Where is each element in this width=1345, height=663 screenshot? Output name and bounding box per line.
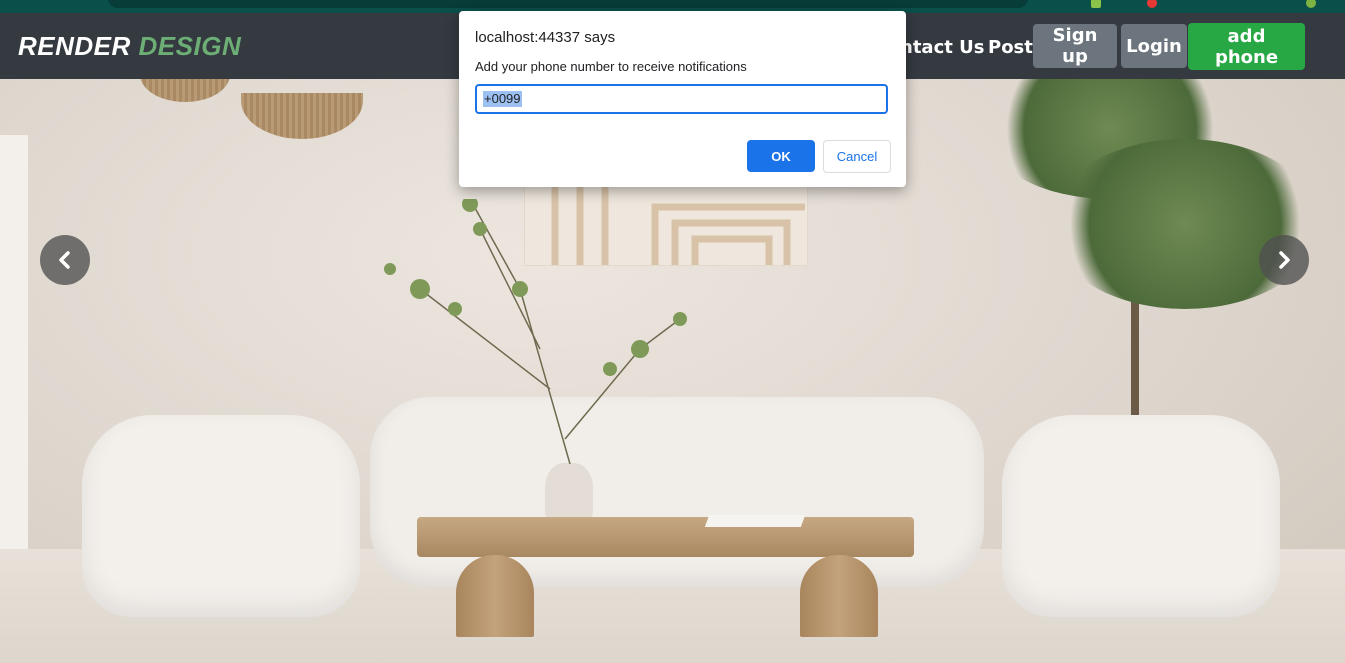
brand-text-primary: RENDER <box>18 31 131 61</box>
armchair-right <box>1002 415 1280 617</box>
signup-button[interactable]: Sign up <box>1033 24 1117 68</box>
table-leg <box>456 555 534 637</box>
chevron-left-icon <box>59 251 70 269</box>
chevron-right-icon <box>1279 251 1290 269</box>
vase <box>545 463 593 523</box>
armchair-left <box>82 415 360 617</box>
carousel-next-button[interactable] <box>1259 235 1309 285</box>
coffee-table <box>417 517 914 557</box>
login-button[interactable]: Login <box>1121 24 1187 68</box>
book <box>704 515 806 527</box>
nav-link-contact-us[interactable]: ntact Us <box>900 37 984 58</box>
extension-icon[interactable] <box>1091 0 1101 8</box>
add-phone-button[interactable]: add phone <box>1188 23 1305 70</box>
phone-input[interactable]: +0099 <box>475 84 888 114</box>
nav-link-post[interactable]: Post <box>988 37 1033 58</box>
brand-text-accent: DESIGN <box>138 31 242 61</box>
table-leg <box>800 555 878 637</box>
pendant-lamp <box>241 93 363 139</box>
ok-button[interactable]: OK <box>747 140 815 172</box>
phone-input-value: +0099 <box>483 91 522 107</box>
profile-avatar[interactable] <box>1306 0 1316 8</box>
address-bar[interactable] <box>108 0 1028 8</box>
wall-panel <box>0 135 28 575</box>
prompt-dialog: localhost:44337 says Add your phone numb… <box>459 11 906 187</box>
brand-logo[interactable]: RENDER DESIGN <box>18 31 241 62</box>
dialog-message: Add your phone number to receive notific… <box>475 59 747 74</box>
extension-icon[interactable] <box>1147 0 1157 8</box>
branch-decoration <box>384 199 687 465</box>
cancel-button[interactable]: Cancel <box>823 140 891 173</box>
pendant-lamp <box>140 79 230 102</box>
carousel-prev-button[interactable] <box>40 235 90 285</box>
dialog-title: localhost:44337 says <box>475 29 616 46</box>
